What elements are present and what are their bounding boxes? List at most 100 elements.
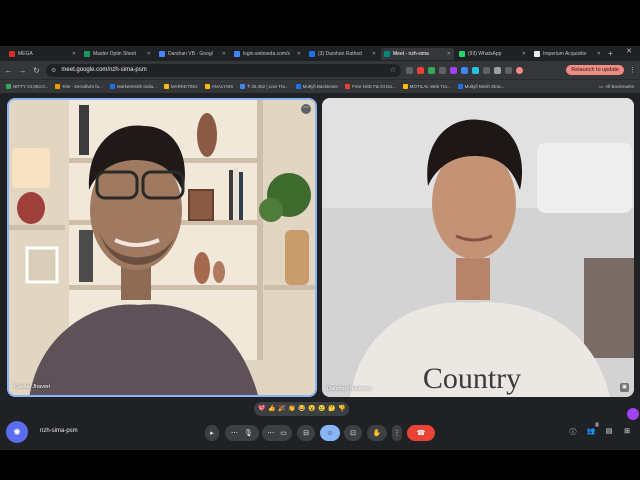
profile-avatar[interactable] [516, 66, 523, 74]
camera-icon: ▭ [280, 430, 287, 437]
tab-label: login.weboeda.com/s [243, 50, 290, 57]
download-icon[interactable] [505, 66, 512, 74]
browser-tab[interactable]: (3) Darshan Rathod ✕ [306, 48, 379, 60]
reaction-emoji[interactable]: 😂 [298, 405, 305, 413]
camera-options-icon[interactable]: ⋯ [267, 429, 274, 437]
tab-label: Darshan VB - Googl [168, 50, 213, 57]
more-options-button[interactable]: ⋮ [392, 425, 402, 441]
tab-close-icon[interactable]: ✕ [297, 51, 301, 57]
reaction-emoji[interactable]: 💖 [258, 405, 265, 413]
tab-close-icon[interactable]: ✕ [147, 51, 151, 57]
reaction-emoji[interactable]: 😢 [318, 405, 325, 413]
reaction-emoji[interactable]: 👎 [338, 405, 345, 413]
tile-more-options-icon[interactable]: ⋯ [301, 104, 311, 114]
reaction-emoji[interactable]: 👏 [288, 405, 295, 413]
bookmark-label: MarketSmith India... [116, 84, 157, 89]
meeting-details-icon[interactable]: ⓘ [568, 427, 578, 437]
browser-tab[interactable]: Meet - nzh-sima ✕ [381, 47, 454, 60]
reaction-emoji[interactable]: 😮 [308, 405, 315, 413]
forward-icon[interactable]: → [18, 66, 27, 75]
extension-icon[interactable] [428, 66, 435, 74]
emoji-icon: ☺ [326, 429, 334, 437]
address-bar[interactable]: ⚙ meet.google.com/nzh-sima-psm ☆ [46, 63, 401, 77]
present-now-button[interactable]: ⊡ [344, 425, 362, 441]
shirt-print: Cоuntry [423, 362, 521, 395]
tab-favicon-icon [159, 50, 165, 57]
bookmark-item[interactable]: Kite - Zerodha's fa... [55, 84, 103, 89]
bookmark-label: ₹ 25,462 | Live Tra... [247, 83, 289, 89]
tab-favicon-icon [84, 50, 90, 57]
bookmark-item[interactable]: NIFTY 24,683.0... [6, 84, 48, 89]
participant-tile-left[interactable]: ⋯ Kushal Jhaveri [7, 98, 317, 397]
tab-close-icon[interactable]: ✕ [522, 51, 526, 57]
tab-close-icon[interactable]: ✕ [222, 51, 226, 57]
extension-icon[interactable] [417, 66, 424, 74]
extension-icon[interactable] [450, 66, 457, 74]
companion-icon[interactable]: ✺ [6, 421, 28, 443]
microphone-button[interactable]: ⋯ 🎙 [225, 425, 259, 441]
site-info-icon[interactable]: ⚙ [51, 67, 56, 74]
reaction-emoji[interactable]: 👍 [268, 405, 275, 413]
browser-tab[interactable]: (93) WhatsApp ✕ [456, 48, 529, 60]
chat-icon[interactable]: ▤ [604, 427, 614, 435]
browser-tab[interactable]: Imperium Acquisitio ✕ [531, 48, 604, 60]
participant-video-right: Cоuntry [322, 98, 634, 397]
participant-name: Kushal Jhaveri [14, 384, 51, 390]
bookmark-item[interactable]: ANALYSIS [204, 84, 234, 89]
people-button[interactable]: 👥 2 [586, 422, 599, 435]
tab-close-icon[interactable]: ✕ [72, 51, 76, 57]
bookmark-favicon-icon [402, 84, 408, 89]
all-bookmarks[interactable]: ▭ All Bookmarks [599, 84, 634, 90]
extensions-puzzle-icon[interactable] [494, 66, 501, 74]
mic-options-icon[interactable]: ⋯ [231, 429, 238, 437]
relaunch-button[interactable]: Relaunch to update [566, 65, 624, 75]
extension-icon[interactable] [439, 66, 446, 74]
bookmark-item[interactable]: Multyfi Backtester [295, 84, 338, 89]
bookmark-item[interactable]: Free NSE F& OI Da... [345, 84, 396, 89]
microphone-icon: 🎙 [244, 430, 253, 437]
hand-icon: ✋ [372, 430, 382, 437]
browser-tab[interactable]: Master Optin Sheet ✕ [81, 48, 154, 60]
new-tab-button[interactable]: + [608, 49, 613, 58]
extension-icon[interactable] [461, 66, 468, 74]
present-arrow-icon[interactable]: ▸ [205, 425, 219, 441]
extension-icon[interactable] [406, 66, 413, 74]
reaction-emoji[interactable]: 🎉 [278, 405, 285, 413]
browser-tab[interactable]: MEGA ✕ [6, 48, 79, 60]
tab-favicon-icon [9, 50, 15, 57]
tab-close-icon[interactable]: ✕ [372, 51, 376, 57]
browser-tab[interactable]: Darshan VB - Googl ✕ [156, 48, 229, 60]
tab-close-icon[interactable]: ✕ [597, 51, 601, 57]
window-close-icon[interactable]: ✕ [626, 47, 632, 55]
bookmark-item[interactable]: MARKETING [163, 84, 198, 89]
reaction-emoji[interactable]: 🤔 [328, 405, 335, 413]
raise-hand-button[interactable]: ✋ [367, 425, 387, 441]
bookmark-label: Kite - Zerodha's fa... [62, 84, 103, 89]
camera-button[interactable]: ⋯ ▭ [262, 425, 292, 441]
browser-menu-icon[interactable]: ⋮ [629, 66, 636, 74]
bookmark-item[interactable]: Multyfi Mesh Strat... [457, 84, 504, 89]
captions-button[interactable]: ⊟ [297, 425, 315, 441]
reload-icon[interactable]: ↻ [32, 66, 41, 75]
meeting-controls: ✺ nzh-sima-psm ▸ ⋯ 🎙 ⋯ ▭ ⊟ ☺ ⊡ ✋ ⋮ ☎ ⓘ 👥… [0, 418, 640, 448]
people-count-badge: 2 [594, 422, 599, 427]
reactions-bar: 💖 👍 🎉 👏 😂 😮 😢 🤔 👎 [254, 402, 349, 416]
browser-tab[interactable]: login.weboeda.com/s ✕ [231, 48, 304, 60]
bookmark-item[interactable]: MarketSmith India... [109, 84, 157, 89]
bookmark-favicon-icon [204, 84, 210, 89]
tab-close-icon[interactable]: ✕ [447, 51, 451, 57]
pin-tile-icon[interactable]: ▣ [620, 383, 629, 392]
leave-call-button[interactable]: ☎ [407, 425, 435, 441]
extension-icon[interactable] [472, 66, 479, 74]
bookmark-star-icon[interactable]: ☆ [390, 66, 396, 74]
reactions-button[interactable]: ☺ [320, 425, 340, 441]
extension-icon[interactable] [483, 66, 490, 74]
bookmark-item[interactable]: MOTILAL Web Tra... [402, 84, 451, 89]
bookmark-label: ANALYSIS [211, 84, 234, 89]
participant-tile-right[interactable]: Cоuntry ▣ Darshan Business [322, 98, 634, 397]
browser-tab-strip: MEGA ✕ Master Optin Sheet ✕ Darshan VB - Goo… [0, 46, 640, 61]
activities-icon[interactable]: ⊞ [622, 427, 632, 435]
participant-name: Darshan Business [327, 386, 372, 392]
bookmark-item[interactable]: ₹ 25,462 | Live Tra... [240, 83, 289, 90]
back-icon[interactable]: ← [4, 66, 13, 75]
